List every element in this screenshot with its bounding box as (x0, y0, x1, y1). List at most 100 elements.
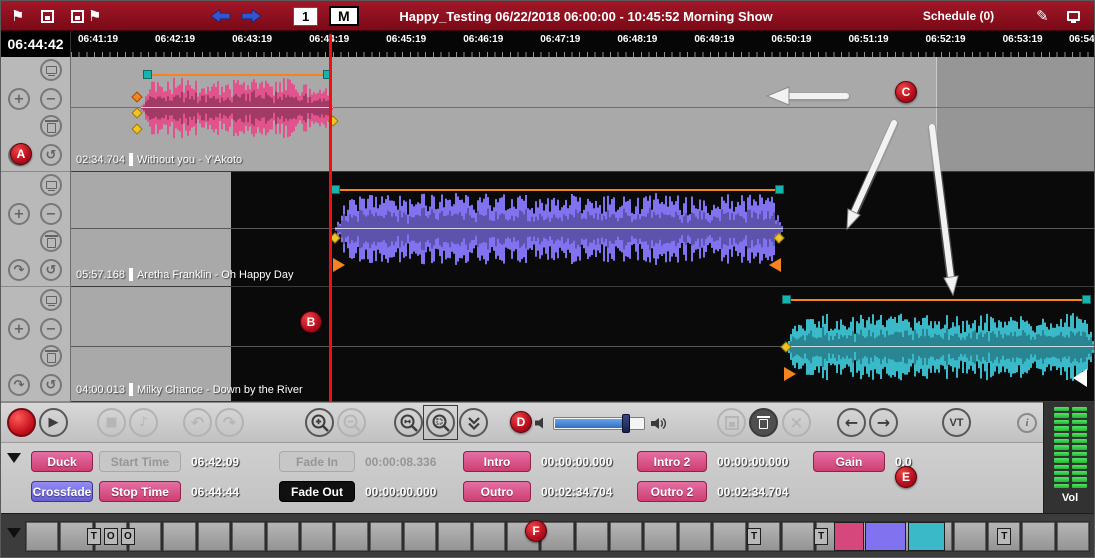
play-end-marker[interactable] (769, 258, 781, 272)
add-button[interactable]: + (8, 203, 30, 225)
save-edit-button[interactable] (717, 408, 746, 437)
timeline-item[interactable] (908, 522, 945, 551)
loop-button[interactable]: ↺ (40, 259, 62, 281)
stop-button[interactable]: ■ (97, 408, 126, 437)
timeline-slot[interactable] (301, 522, 333, 551)
add-button[interactable]: + (8, 318, 30, 340)
monitor-button[interactable] (40, 174, 62, 196)
timeline-marker[interactable]: T (814, 528, 828, 545)
volume-envelope-line[interactable] (335, 189, 783, 191)
remove-button[interactable]: − (40, 318, 62, 340)
timeline-slot[interactable] (576, 522, 608, 551)
remove-button[interactable]: − (40, 203, 62, 225)
timeline-slot[interactable] (370, 522, 402, 551)
play-button[interactable]: ▶ (39, 408, 68, 437)
timeline-slot[interactable] (198, 522, 230, 551)
undo-button[interactable]: ↶ (183, 408, 212, 437)
zoom-horizontal-button[interactable] (394, 408, 423, 437)
timeline-marker[interactable]: T (87, 528, 101, 545)
track-lane[interactable]: 02:34.704 Without you - Y'Akoto (71, 57, 1095, 172)
timeline-slot[interactable] (335, 522, 367, 551)
timeline-slot[interactable] (954, 522, 986, 551)
next-item-button[interactable]: → (869, 408, 898, 437)
timeline-marker[interactable]: O (104, 528, 118, 545)
monitor-button[interactable] (40, 59, 62, 81)
outro2-button[interactable]: Outro 2 (637, 481, 707, 502)
fade-in-button[interactable]: Fade In (279, 451, 355, 472)
timeline-marker[interactable]: O (121, 528, 135, 545)
timeline-slot[interactable] (610, 522, 642, 551)
delete-button[interactable] (40, 115, 62, 137)
outro-button[interactable]: Outro (463, 481, 531, 502)
voice-track-button[interactable]: VT (942, 408, 971, 437)
cancel-button[interactable]: × (782, 408, 811, 437)
redo-button[interactable]: ↷ (215, 408, 244, 437)
loop-button[interactable]: ↺ (40, 374, 62, 396)
intro2-button[interactable]: Intro 2 (637, 451, 707, 472)
fade-out-button[interactable]: Fade Out (279, 481, 355, 502)
play-start-marker[interactable] (333, 258, 345, 272)
volume-handle[interactable] (622, 414, 630, 433)
timeline-slot[interactable] (782, 522, 814, 551)
timeline-item[interactable] (834, 522, 864, 551)
zoom-in-button[interactable] (305, 408, 334, 437)
save-button[interactable] (41, 1, 54, 31)
play-start-marker[interactable] (784, 367, 796, 381)
timeline-slot[interactable] (26, 522, 58, 551)
track-lane[interactable]: 05:57.168 Aretha Franklin - Oh Happy Day (71, 172, 1095, 287)
timeline-marker[interactable]: T (997, 528, 1011, 545)
prev-page-button[interactable] (211, 1, 231, 31)
monitor-button[interactable] (40, 289, 62, 311)
info-button[interactable]: i (1017, 413, 1037, 433)
flag-button[interactable]: ⚑ (11, 1, 24, 31)
add-track-button[interactable]: ♪ (129, 408, 158, 437)
display-button[interactable] (1067, 1, 1080, 31)
timeline-slot[interactable] (404, 522, 436, 551)
envelope-handle[interactable] (1082, 295, 1091, 304)
collapse-edit-panel-toggle[interactable] (7, 453, 21, 463)
envelope-handle[interactable] (775, 185, 784, 194)
page-number[interactable]: 1 (293, 1, 318, 31)
volume-envelope-line[interactable] (148, 74, 332, 76)
envelope-handle[interactable] (143, 70, 152, 79)
timeline-marker[interactable]: T (747, 528, 761, 545)
skip-button[interactable]: ↷ (8, 259, 30, 281)
timeline-slot[interactable] (438, 522, 470, 551)
timeline-slot[interactable] (473, 522, 505, 551)
playhead[interactable] (329, 34, 332, 402)
add-button[interactable]: + (8, 88, 30, 110)
timeline-slot[interactable] (679, 522, 711, 551)
gain-button[interactable]: Gain (813, 451, 885, 472)
collapse-tracks-button[interactable] (459, 408, 488, 437)
delete-button[interactable] (40, 230, 62, 252)
next-page-button[interactable] (241, 1, 261, 31)
timeline-slot[interactable] (1022, 522, 1054, 551)
delete-all-button[interactable] (749, 408, 778, 437)
start-time-button[interactable]: Start Time (99, 451, 181, 472)
mode-toggle[interactable]: M (329, 1, 359, 31)
timeline-slot[interactable] (713, 522, 745, 551)
envelope-handle[interactable] (782, 295, 791, 304)
volume-max-icon[interactable] (651, 417, 668, 430)
schedule-button[interactable]: Schedule (0) (901, 1, 1016, 31)
stop-time-button[interactable]: Stop Time (99, 481, 181, 502)
volume-min-icon[interactable] (535, 417, 547, 429)
timeline-item[interactable] (865, 522, 905, 551)
previous-item-button[interactable]: ← (837, 408, 866, 437)
skip-button[interactable]: ↷ (8, 374, 30, 396)
delete-button[interactable] (40, 345, 62, 367)
zoom-out-button[interactable] (337, 408, 366, 437)
remove-button[interactable]: − (40, 88, 62, 110)
record-button[interactable] (7, 408, 36, 437)
collapse-timeline-toggle[interactable] (7, 528, 21, 538)
intro-button[interactable]: Intro (463, 451, 531, 472)
duck-button[interactable]: Duck (31, 451, 93, 472)
crossfade-button[interactable]: Crossfade (31, 481, 93, 502)
timeline-slot[interactable] (1057, 522, 1089, 551)
envelope-handle[interactable] (331, 185, 340, 194)
zoom-selection-button[interactable] (426, 408, 455, 437)
timeline-ruler[interactable]: 06:44:42 06:41:1906:42:1906:43:1906:44:1… (1, 31, 1095, 57)
save-playlist-button[interactable]: ⚑ (71, 1, 101, 31)
edit-schedule-button[interactable]: ✎ (1036, 1, 1049, 31)
timeline-slot[interactable] (163, 522, 195, 551)
